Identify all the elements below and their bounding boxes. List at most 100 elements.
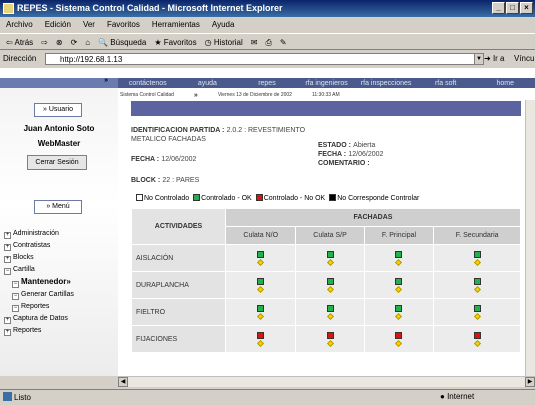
status-cell[interactable] xyxy=(433,244,521,272)
status-cell[interactable] xyxy=(433,325,521,353)
tree-item[interactable]: − Reportes xyxy=(12,302,116,312)
status-indicator[interactable] xyxy=(395,332,403,339)
address-dropdown-icon[interactable]: ▼ xyxy=(474,53,484,65)
print-icon[interactable]: ⎙ xyxy=(265,34,271,49)
detail-diamond-icon[interactable] xyxy=(395,285,403,294)
status-cell[interactable] xyxy=(433,298,521,326)
refresh-icon[interactable]: ⟳ xyxy=(71,34,78,49)
status-cell[interactable] xyxy=(224,271,297,299)
status-indicator[interactable] xyxy=(473,251,481,258)
go-button[interactable]: ➜ Ir a xyxy=(484,51,505,67)
status-cell[interactable] xyxy=(224,298,297,326)
address-input[interactable]: http://192.68.1.13 xyxy=(45,53,477,65)
detail-diamond-icon[interactable] xyxy=(473,339,481,348)
status-indicator[interactable] xyxy=(473,332,481,339)
menu-item[interactable]: Favoritos xyxy=(107,17,140,33)
detail-diamond-icon[interactable] xyxy=(326,339,334,348)
status-indicator[interactable] xyxy=(395,305,403,312)
detail-diamond-icon[interactable] xyxy=(473,258,481,267)
back-button[interactable]: ⇦ Atrás xyxy=(6,34,33,49)
status-cell[interactable] xyxy=(363,325,435,353)
mail-icon[interactable]: ✉ xyxy=(251,34,258,49)
maximize-icon[interactable]: □ xyxy=(506,2,519,14)
site-nav-link[interactable]: rfa ingenieros xyxy=(297,80,357,87)
forward-icon[interactable]: ⇨ xyxy=(41,34,48,49)
logout-button[interactable]: Cerrar Sesión xyxy=(27,155,87,170)
detail-diamond-icon[interactable] xyxy=(395,312,403,321)
tree-item[interactable]: + Captura de Datos xyxy=(4,314,116,324)
tree-toggle-icon[interactable]: − xyxy=(12,293,19,300)
tree-toggle-icon[interactable]: + xyxy=(4,329,11,336)
status-indicator[interactable] xyxy=(326,332,334,339)
tree-toggle-icon[interactable]: − xyxy=(4,268,11,275)
menu-button[interactable]: » Menú xyxy=(34,200,82,214)
detail-diamond-icon[interactable] xyxy=(326,312,334,321)
status-indicator[interactable] xyxy=(257,278,265,285)
status-indicator[interactable] xyxy=(395,278,403,285)
tree-toggle-icon[interactable]: − xyxy=(12,305,19,312)
minimize-icon[interactable]: _ xyxy=(492,2,505,14)
status-cell[interactable] xyxy=(363,271,435,299)
status-cell[interactable] xyxy=(224,325,297,353)
detail-diamond-icon[interactable] xyxy=(473,285,481,294)
home-icon[interactable]: ⌂ xyxy=(85,34,90,49)
site-nav-link[interactable]: ayuda xyxy=(178,80,238,87)
status-cell[interactable] xyxy=(363,298,435,326)
status-indicator[interactable] xyxy=(257,251,265,258)
detail-diamond-icon[interactable] xyxy=(257,258,265,267)
stop-icon[interactable]: ⊗ xyxy=(56,34,63,49)
horizontal-scrollbar[interactable] xyxy=(118,376,535,387)
links-label[interactable]: Vínculos xyxy=(514,51,535,67)
detail-diamond-icon[interactable] xyxy=(473,312,481,321)
detail-diamond-icon[interactable] xyxy=(395,339,403,348)
tree-item[interactable]: + Reportes xyxy=(4,326,116,336)
status-indicator[interactable] xyxy=(326,278,334,285)
tree-toggle-icon[interactable]: + xyxy=(4,232,11,239)
detail-diamond-icon[interactable] xyxy=(257,285,265,294)
tree-toggle-icon[interactable]: − xyxy=(12,281,19,288)
detail-diamond-icon[interactable] xyxy=(395,258,403,267)
status-indicator[interactable] xyxy=(326,251,334,258)
status-indicator[interactable] xyxy=(473,278,481,285)
scroll-left-icon[interactable]: ◀ xyxy=(118,377,128,387)
tree-item[interactable]: − Generar Cartillas xyxy=(12,290,116,300)
status-indicator[interactable] xyxy=(395,251,403,258)
status-cell[interactable] xyxy=(295,271,365,299)
tree-toggle-icon[interactable]: + xyxy=(4,256,11,263)
tree-item[interactable]: + Blocks xyxy=(4,253,116,263)
edit-icon[interactable]: ✎ xyxy=(280,34,287,49)
favorites-button[interactable]: ★ Favoritos xyxy=(154,34,196,49)
status-cell[interactable] xyxy=(295,325,365,353)
search-button[interactable]: 🔍 Búsqueda xyxy=(98,34,146,49)
site-nav-link[interactable]: rfa inspecciones xyxy=(356,80,416,87)
history-button[interactable]: ◷ Historial xyxy=(205,34,243,49)
tree-item[interactable]: − Cartilla xyxy=(4,265,116,275)
site-nav-link[interactable]: repes xyxy=(237,80,297,87)
status-indicator[interactable] xyxy=(257,332,265,339)
site-nav-link[interactable]: contáctenos xyxy=(118,80,178,87)
vertical-scrollbar[interactable] xyxy=(525,100,535,376)
tree-toggle-icon[interactable]: + xyxy=(4,317,11,324)
detail-diamond-icon[interactable] xyxy=(257,339,265,348)
status-cell[interactable] xyxy=(295,244,365,272)
user-button[interactable]: » Usuario xyxy=(34,103,82,117)
status-cell[interactable] xyxy=(224,244,297,272)
tree-item[interactable]: − Mantenedor» xyxy=(12,277,116,288)
menu-item[interactable]: Archivo xyxy=(6,17,33,33)
site-nav-link[interactable]: home xyxy=(475,80,535,87)
site-nav-link[interactable]: rfa soft xyxy=(416,80,476,87)
menu-item[interactable]: Ver xyxy=(83,17,95,33)
tree-item[interactable]: + Administración xyxy=(4,229,116,239)
status-indicator[interactable] xyxy=(257,305,265,312)
sidebar-collapse-icon[interactable]: » xyxy=(104,77,108,84)
close-icon[interactable]: × xyxy=(520,2,533,14)
status-cell[interactable] xyxy=(433,271,521,299)
menu-item[interactable]: Herramientas xyxy=(152,17,200,33)
status-cell[interactable] xyxy=(295,298,365,326)
status-cell[interactable] xyxy=(363,244,435,272)
status-indicator[interactable] xyxy=(473,305,481,312)
tree-toggle-icon[interactable]: + xyxy=(4,244,11,251)
tree-item[interactable]: + Contratistas xyxy=(4,241,116,251)
detail-diamond-icon[interactable] xyxy=(326,258,334,267)
detail-diamond-icon[interactable] xyxy=(326,285,334,294)
